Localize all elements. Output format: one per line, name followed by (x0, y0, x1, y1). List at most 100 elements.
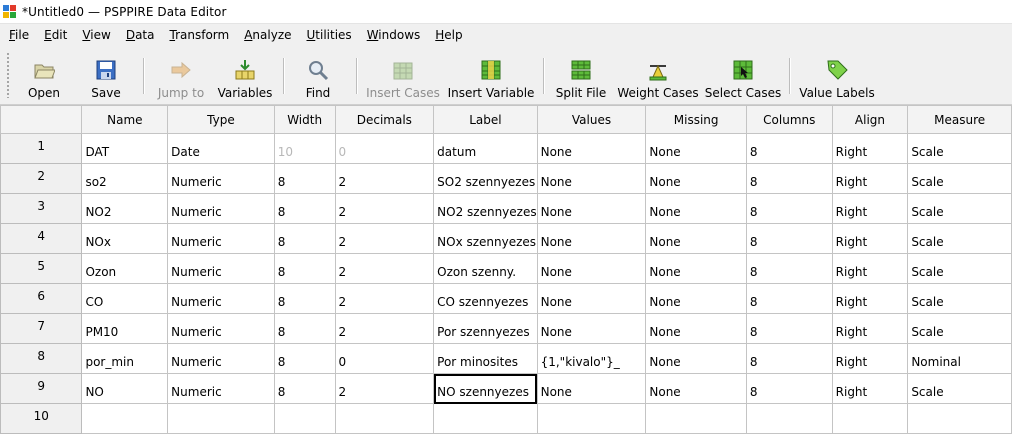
cell-width[interactable]: 8 (273, 313, 336, 344)
cell-align[interactable]: Right (831, 343, 909, 374)
split-file-button[interactable]: Split File (556, 52, 606, 100)
cell-missing[interactable] (645, 403, 747, 434)
cell-name[interactable]: NOx (81, 223, 169, 254)
cell-values[interactable]: None (536, 373, 647, 404)
column-header-decimals[interactable]: Decimals (334, 105, 435, 134)
row-number[interactable]: 6 (0, 283, 83, 314)
cell-columns[interactable] (745, 403, 833, 434)
cell-width[interactable]: 8 (273, 373, 336, 404)
cell-name[interactable]: Ozon (81, 253, 169, 284)
cell-values[interactable]: None (536, 253, 647, 284)
column-header-columns[interactable]: Columns (745, 105, 833, 134)
cell-align[interactable]: Right (831, 163, 909, 194)
cell-missing[interactable]: None (645, 343, 747, 374)
cell-columns[interactable]: 8 (745, 253, 833, 284)
cell-values[interactable]: None (536, 163, 647, 194)
cell-columns[interactable]: 8 (745, 193, 833, 224)
cell-type[interactable]: Numeric (167, 343, 275, 374)
row-number[interactable]: 9 (0, 373, 83, 404)
cell-label[interactable]: NOx szennyezes (433, 223, 538, 254)
column-header-label[interactable]: Label (433, 105, 538, 134)
cell-decimals[interactable] (334, 403, 435, 434)
cell-missing[interactable]: None (645, 373, 747, 404)
cell-values[interactable]: None (536, 193, 647, 224)
cell-missing[interactable]: None (645, 253, 747, 284)
cell-align[interactable]: Right (831, 373, 909, 404)
insert-variable-button[interactable]: Insert Variable (448, 52, 534, 100)
cell-values[interactable]: None (536, 223, 647, 254)
cell-missing[interactable]: None (645, 163, 747, 194)
cell-label[interactable]: SO2 szennyezes (433, 163, 538, 194)
row-number[interactable]: 4 (0, 223, 83, 254)
cell-measure[interactable]: Scale (907, 223, 1012, 254)
row-number[interactable]: 7 (0, 313, 83, 344)
cell-label[interactable]: Ozon szenny. (433, 253, 538, 284)
menu-utilities[interactable]: Utilities (298, 28, 358, 42)
column-header-width[interactable]: Width (273, 105, 336, 134)
cell-width[interactable] (273, 403, 336, 434)
cell-type[interactable]: Numeric (167, 193, 275, 224)
cell-measure[interactable]: Nominal (907, 343, 1012, 374)
row-number[interactable]: 10 (0, 403, 83, 434)
cell-decimals[interactable]: 2 (334, 163, 435, 194)
weight-cases-button[interactable]: Weight Cases (617, 52, 699, 100)
cell-width[interactable]: 8 (273, 343, 336, 374)
cell-type[interactable]: Numeric (167, 373, 275, 404)
column-header-measure[interactable]: Measure (907, 105, 1012, 134)
row-number[interactable]: 1 (0, 133, 83, 164)
value-labels-button[interactable]: Value Labels (799, 52, 875, 100)
cell-measure[interactable] (907, 403, 1012, 434)
cell-decimals[interactable]: 2 (334, 193, 435, 224)
cell-columns[interactable]: 8 (745, 223, 833, 254)
cell-decimals[interactable]: 0 (334, 133, 435, 164)
cell-label[interactable] (433, 403, 538, 434)
cell-missing[interactable]: None (645, 283, 747, 314)
cell-decimals[interactable]: 2 (334, 283, 435, 314)
menu-view[interactable]: View (73, 28, 116, 42)
cell-measure[interactable]: Scale (907, 133, 1012, 164)
cell-width[interactable]: 8 (273, 193, 336, 224)
cell-decimals[interactable]: 2 (334, 223, 435, 254)
menu-help[interactable]: Help (426, 28, 468, 42)
find-button[interactable]: Find (300, 52, 336, 100)
cell-values[interactable]: {1,"kivalo"}_ (536, 343, 647, 374)
cell-measure[interactable]: Scale (907, 253, 1012, 284)
row-number[interactable]: 8 (0, 343, 83, 374)
cell-label[interactable]: NO szennyezes (433, 373, 538, 404)
cell-measure[interactable]: Scale (907, 373, 1012, 404)
column-header-type[interactable]: Type (167, 105, 275, 134)
cell-columns[interactable]: 8 (745, 283, 833, 314)
cell-values[interactable]: None (536, 313, 647, 344)
cell-values[interactable]: None (536, 283, 647, 314)
cell-missing[interactable]: None (645, 193, 747, 224)
row-number[interactable]: 2 (0, 163, 83, 194)
select-cases-button[interactable]: Select Cases (705, 52, 781, 100)
column-header-align[interactable]: Align (831, 105, 909, 134)
cell-label[interactable]: Por minosites (433, 343, 538, 374)
cell-align[interactable]: Right (831, 193, 909, 224)
cell-name[interactable] (81, 403, 169, 434)
cell-width[interactable]: 8 (273, 253, 336, 284)
cell-align[interactable]: Right (831, 283, 909, 314)
save-button[interactable]: Save (88, 52, 124, 100)
cell-width[interactable]: 8 (273, 163, 336, 194)
cell-measure[interactable]: Scale (907, 283, 1012, 314)
row-number[interactable]: 3 (0, 193, 83, 224)
row-number[interactable]: 5 (0, 253, 83, 284)
cell-label[interactable]: CO szennyezes (433, 283, 538, 314)
menu-file[interactable]: File (0, 28, 35, 42)
cell-name[interactable]: so2 (81, 163, 169, 194)
cell-type[interactable]: Date (167, 133, 275, 164)
cell-measure[interactable]: Scale (907, 193, 1012, 224)
cell-columns[interactable]: 8 (745, 343, 833, 374)
jump-to-button[interactable]: Jump to (156, 52, 206, 100)
menu-analyze[interactable]: Analyze (235, 28, 297, 42)
cell-align[interactable] (831, 403, 909, 434)
cell-missing[interactable]: None (645, 133, 747, 164)
cell-type[interactable]: Numeric (167, 313, 275, 344)
cell-columns[interactable]: 8 (745, 163, 833, 194)
cell-label[interactable]: Por szennyezes (433, 313, 538, 344)
cell-decimals[interactable]: 2 (334, 253, 435, 284)
cell-type[interactable] (167, 403, 275, 434)
cell-type[interactable]: Numeric (167, 223, 275, 254)
